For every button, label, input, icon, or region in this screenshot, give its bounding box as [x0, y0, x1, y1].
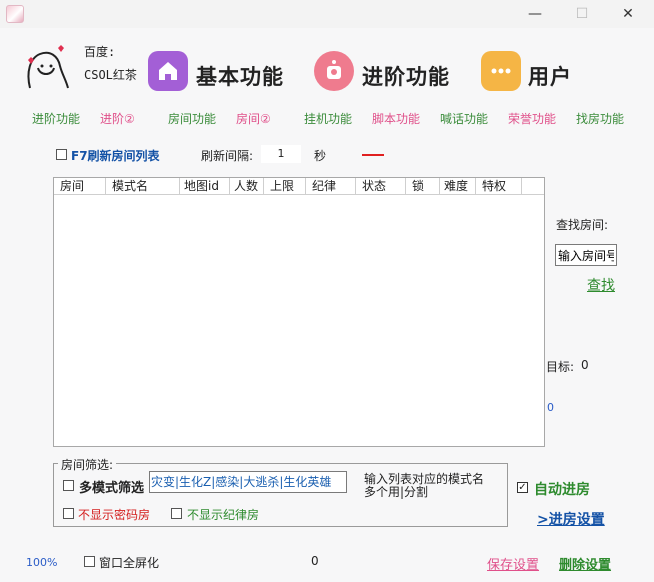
f7-refresh-checkbox[interactable] — [56, 149, 67, 160]
no-law-checkbox[interactable] — [171, 508, 182, 519]
col-difficulty[interactable]: 难度 — [440, 178, 476, 194]
enter-room-settings-link[interactable]: >进房设置 — [537, 509, 605, 529]
target-value: 0 — [581, 358, 589, 372]
room-number-input[interactable] — [555, 244, 617, 266]
fullscreen-label: 窗口全屏化 — [99, 556, 160, 570]
nav-room-2[interactable]: 房间② — [236, 110, 271, 127]
col-limit[interactable]: 上限 — [264, 178, 306, 194]
basic-features-title[interactable]: 基本功能 — [196, 61, 284, 91]
status-counter: 0 — [311, 554, 319, 568]
refresh-interval-label: 刷新间隔: — [201, 149, 254, 163]
more-dots-icon[interactable] — [481, 51, 521, 91]
col-mode-name[interactable]: 模式名 — [106, 178, 180, 194]
save-settings-button[interactable]: 保存设置 — [487, 554, 539, 573]
baidu-label: 百度: — [84, 45, 116, 59]
app-icon — [6, 5, 24, 23]
mode-filter-input[interactable]: 灾变|生化Z|感染|大逃杀|生化英雄 — [149, 471, 347, 493]
girl-logo-icon — [27, 45, 69, 89]
nav-advanced[interactable]: 进阶功能 — [32, 110, 80, 127]
nav-room[interactable]: 房间功能 — [168, 110, 216, 127]
nav-honor[interactable]: 荣誉功能 — [508, 110, 556, 127]
red-dash-indicator — [362, 154, 384, 156]
close-button[interactable]: ✕ — [617, 4, 639, 24]
col-players[interactable]: 人数 — [230, 178, 264, 194]
multi-mode-checkbox[interactable] — [63, 480, 74, 491]
room-count: 0 — [547, 401, 554, 414]
auto-enter-label: 自动进房 — [534, 482, 590, 498]
camera-icon[interactable] — [314, 51, 354, 91]
room-filter-title: 房间筛选: — [58, 456, 117, 473]
zoom-level: 100% — [26, 556, 58, 569]
auto-enter-checkbox[interactable]: ✓ — [517, 482, 528, 493]
nav-shout[interactable]: 喊话功能 — [440, 110, 488, 127]
room-list-table[interactable]: 房间 模式名 地图id 人数 上限 纪律 状态 锁 难度 特权 — [53, 177, 545, 447]
col-status[interactable]: 状态 — [356, 178, 406, 194]
col-room[interactable]: 房间 — [54, 178, 106, 194]
no-password-checkbox[interactable] — [63, 508, 74, 519]
maximize-button[interactable]: ☐ — [571, 4, 593, 24]
user-title[interactable]: 用户 — [528, 61, 572, 91]
col-discipline[interactable]: 纪律 — [306, 178, 356, 194]
col-privilege[interactable]: 特权 — [476, 178, 522, 194]
target-label: 目标: — [546, 360, 575, 374]
delete-settings-button[interactable]: 删除设置 — [559, 554, 611, 573]
col-map-id[interactable]: 地图id — [180, 178, 230, 194]
col-lock[interactable]: 锁 — [406, 178, 440, 194]
find-room-label: 查找房间: — [556, 218, 609, 232]
nav-advanced-2[interactable]: 进阶② — [100, 110, 135, 127]
multi-mode-label: 多模式筛选 — [79, 481, 145, 496]
no-law-label: 不显示纪律房 — [187, 508, 260, 522]
nav-find-room[interactable]: 找房功能 — [576, 110, 624, 127]
f7-refresh-label: F7刷新房间列表 — [71, 149, 160, 163]
table-header: 房间 模式名 地图id 人数 上限 纪律 状态 锁 难度 特权 — [54, 178, 544, 195]
no-password-label: 不显示密码房 — [78, 508, 151, 522]
mode-hint-line2: 多个用|分割 — [364, 485, 429, 499]
find-button[interactable]: 查找 — [587, 275, 615, 295]
nav-script[interactable]: 脚本功能 — [372, 110, 420, 127]
advanced-features-title[interactable]: 进阶功能 — [362, 61, 450, 91]
baidu-name: CSOL红茶 — [84, 68, 137, 82]
home-icon[interactable] — [148, 51, 188, 91]
nav-hangup[interactable]: 挂机功能 — [304, 110, 352, 127]
refresh-interval-input[interactable]: 1 — [261, 145, 301, 163]
minimize-button[interactable]: — — [524, 4, 546, 24]
title-bar — [0, 0, 654, 28]
fullscreen-checkbox[interactable] — [84, 556, 95, 567]
seconds-unit: 秒 — [314, 149, 327, 163]
